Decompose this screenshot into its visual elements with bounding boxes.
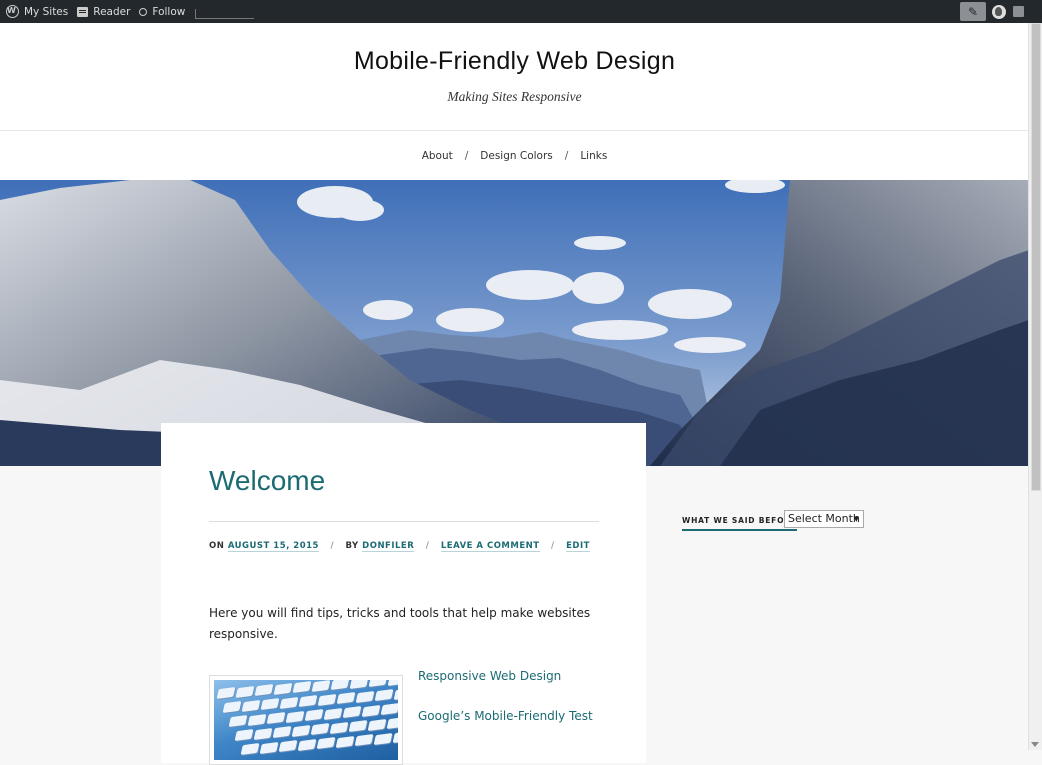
nav-item-links[interactable]: Links [580, 150, 607, 162]
keyboard-key [292, 680, 312, 694]
wordpress-logo-icon: W [6, 5, 19, 18]
keyboard-key [259, 741, 279, 754]
post-intro-text: Here you will find tips, tricks and tool… [209, 606, 591, 641]
keyboard-key [368, 680, 388, 688]
follow-button[interactable]: Follow [139, 6, 185, 18]
keyboard-key [349, 680, 369, 689]
my-sites-menu[interactable]: W My Sites [6, 5, 68, 18]
keyboard-key [380, 702, 398, 716]
title-divider [209, 521, 599, 522]
select-month-value: Select Month [788, 512, 860, 525]
keyboard-key [323, 707, 343, 720]
admin-bar: W My Sites Reader Follow ✎ [0, 0, 1042, 23]
keyboard-key [342, 705, 362, 719]
keyboard-key [336, 691, 356, 705]
keyboard-key [278, 739, 298, 753]
keyboard-key [273, 682, 293, 695]
keyboard-key [216, 686, 236, 700]
keyboard-key [279, 696, 299, 709]
keyboard-key [387, 680, 398, 686]
keyboard-key [285, 710, 305, 723]
reader-label: Reader [93, 5, 131, 18]
keyboard-key [374, 688, 394, 702]
keyboard-key [247, 713, 267, 726]
keyboard-key [235, 685, 255, 698]
keyboard-key [310, 722, 330, 736]
post-meta: ON AUGUST 15, 2015 / BY DONFILER / LEAVE… [209, 541, 590, 552]
meta-separator: / [551, 541, 555, 551]
admin-search-input[interactable] [195, 8, 255, 19]
write-button[interactable]: ✎ [960, 2, 986, 21]
keyboard-key [354, 733, 374, 747]
keyboard-key [241, 699, 261, 712]
site-title[interactable]: Mobile-Friendly Web Design [0, 47, 1029, 76]
keyboard-key [272, 725, 292, 739]
pencil-icon: ✎ [967, 4, 979, 19]
main-navigation: About / Design Colors / Links [0, 130, 1029, 181]
responsive-web-design-link[interactable]: Responsive Web Design [418, 669, 561, 683]
keyboard-key [291, 724, 311, 737]
archive-widget-title: WHAT WE SAID BEFORE [682, 516, 797, 531]
keyboard-key [392, 730, 398, 744]
meta-separator: / [425, 541, 430, 551]
keyboard-key [254, 683, 274, 697]
scrollbar-thumb[interactable] [1031, 23, 1041, 491]
keyboard-photo [214, 680, 398, 760]
nav-separator: / [464, 150, 469, 162]
keyboard-key [297, 738, 317, 751]
keyboard-image [209, 675, 403, 765]
meta-separator: / [330, 541, 335, 551]
user-avatar[interactable] [992, 4, 1006, 19]
reader-menu[interactable]: Reader [77, 6, 130, 18]
mobile-friendly-test-link[interactable]: Google’s Mobile-Friendly Test [418, 709, 593, 723]
keyboard-key [260, 697, 280, 711]
keyboard-key [311, 680, 331, 692]
keyboard-key [228, 714, 248, 728]
site-header: Mobile-Friendly Web Design Making Sites … [0, 23, 1029, 130]
keyboard-key [253, 727, 273, 740]
keyboard-key [361, 704, 381, 717]
keyboard-key [234, 728, 254, 742]
edit-link[interactable]: EDIT [566, 541, 590, 552]
my-sites-label: My Sites [24, 5, 69, 18]
scroll-down-arrow-icon[interactable] [1031, 742, 1039, 747]
keyboard-key [335, 735, 355, 748]
keyboard-key [222, 700, 242, 714]
leave-comment-link[interactable]: LEAVE A COMMENT [440, 541, 540, 552]
meta-on-label: ON [209, 541, 225, 551]
archive-month-select[interactable]: Select Month ▼ [784, 510, 864, 528]
meta-by-label: BY [345, 541, 359, 551]
keyboard-key [266, 711, 286, 725]
keyboard-key [348, 719, 368, 733]
post-date-link[interactable]: AUGUST 15, 2015 [227, 541, 319, 552]
keyboard-key [329, 721, 349, 734]
keyboard-key [393, 687, 398, 700]
keyboard-key [367, 718, 387, 731]
page-scrollbar[interactable] [1028, 23, 1042, 750]
notifications-icon[interactable] [1013, 6, 1024, 17]
keyboard-key [316, 736, 336, 750]
nav-item-design-colors[interactable]: Design Colors [480, 150, 552, 162]
post-title[interactable]: Welcome [209, 465, 325, 497]
nav-item-about[interactable]: About [422, 150, 453, 162]
nav-separator: / [564, 150, 569, 162]
follow-icon [139, 7, 148, 16]
author-link[interactable]: DONFILER [362, 541, 415, 552]
keyboard-key [317, 693, 337, 706]
keyboard-key [240, 742, 260, 756]
reader-icon [77, 6, 89, 17]
keyboard-key [355, 690, 375, 703]
post-card: Welcome ON AUGUST 15, 2015 / BY DONFILER… [161, 423, 646, 765]
dropdown-arrow-icon: ▼ [853, 515, 859, 523]
keyboard-key [298, 694, 318, 708]
keyboard-key [386, 716, 398, 730]
follow-label: Follow [152, 5, 186, 18]
site-tagline: Making Sites Responsive [447, 89, 582, 104]
keyboard-key [330, 680, 350, 691]
keyboard-key [373, 732, 393, 745]
keyboard-key [304, 708, 324, 722]
